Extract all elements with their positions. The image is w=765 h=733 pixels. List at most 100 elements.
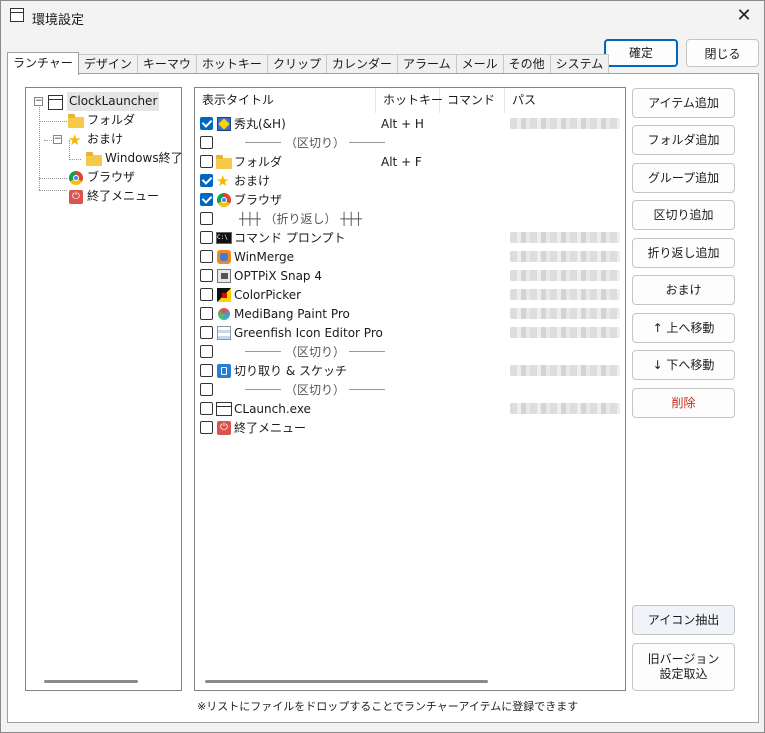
star-icon: ★ — [68, 130, 82, 149]
window-title: 環境設定 — [32, 13, 85, 28]
add-folder-button[interactable]: フォルダ追加 — [632, 125, 735, 155]
tree-root[interactable]: ClockLauncher — [48, 92, 160, 111]
item-checkbox[interactable] — [200, 193, 213, 206]
item-checkbox[interactable] — [200, 174, 213, 187]
tab-clip[interactable]: クリップ — [266, 54, 327, 74]
path-redacted — [510, 232, 620, 243]
tree-collapse-icon[interactable]: − — [34, 97, 43, 106]
item-checkbox[interactable] — [200, 136, 213, 149]
list-item[interactable]: ★ おまけ — [200, 171, 620, 190]
item-checkbox[interactable] — [200, 421, 213, 434]
list-item[interactable]: C:\ コマンド プロンプト — [200, 228, 620, 247]
list-item[interactable]: ⏻ 終了メニュー — [200, 418, 620, 437]
path-redacted — [510, 270, 620, 281]
item-checkbox[interactable] — [200, 383, 213, 396]
item-checkbox[interactable] — [200, 326, 213, 339]
extract-icon-button[interactable]: アイコン抽出 — [632, 605, 735, 635]
add-group-button[interactable]: グループ追加 — [632, 163, 735, 193]
legacy-import-button[interactable]: 旧バージョン 設定取込 — [632, 643, 735, 691]
tree-node-windows-exit[interactable]: Windows終了 — [86, 149, 181, 168]
app-window-icon — [216, 401, 232, 417]
drop-hint-text: ※リストにファイルをドロップすることでランチャーアイテムに登録できます — [197, 700, 579, 713]
list-header: 表示タイトル ホットキー コマンド パス — [195, 88, 625, 113]
list-item[interactable]: （区切り） — [200, 342, 620, 361]
list-item[interactable]: ブラウザ — [200, 190, 620, 209]
move-up-button[interactable]: ↑ 上へ移動 — [632, 313, 735, 343]
item-checkbox[interactable] — [200, 364, 213, 377]
path-redacted — [510, 308, 620, 319]
app-window-icon — [10, 8, 24, 22]
tab-system[interactable]: システム — [549, 54, 610, 74]
title-bar: 環境設定 ✕ — [1, 1, 764, 33]
close-icon[interactable]: ✕ — [732, 4, 756, 28]
list-item[interactable]: CLaunch.exe — [200, 399, 620, 418]
close-button[interactable]: 閉じる — [686, 39, 759, 67]
tree-node-browser[interactable]: ブラウザ — [68, 168, 135, 187]
tree-collapse-icon[interactable]: − — [53, 135, 62, 144]
power-icon: ⏻ — [216, 420, 232, 436]
item-checkbox[interactable] — [200, 402, 213, 415]
hidemaru-icon — [216, 116, 232, 132]
item-checkbox[interactable] — [200, 307, 213, 320]
delete-button[interactable]: 削除 — [632, 388, 735, 418]
item-checkbox[interactable] — [200, 250, 213, 263]
item-checkbox[interactable] — [200, 117, 213, 130]
settings-window: 環境設定 ✕ 確定 閉じる ランチャー デザイン キーマウ ホットキー クリップ… — [0, 0, 765, 733]
tab-launcher[interactable]: ランチャー — [7, 52, 79, 75]
add-item-button[interactable]: アイテム追加 — [632, 88, 735, 118]
item-checkbox[interactable] — [200, 288, 213, 301]
item-checkbox[interactable] — [200, 212, 213, 225]
folder-icon — [86, 151, 102, 167]
star-icon: ★ — [216, 171, 230, 190]
item-checkbox[interactable] — [200, 345, 213, 358]
tab-hotkey[interactable]: ホットキー — [195, 54, 268, 74]
omake-button[interactable]: おまけ — [632, 275, 735, 305]
ok-button[interactable]: 確定 — [604, 39, 678, 67]
list-item[interactable]: MediBang Paint Pro — [200, 304, 620, 323]
tree-node-omake[interactable]: ★ おまけ — [68, 130, 123, 149]
column-path[interactable]: パス — [505, 88, 625, 113]
list-item[interactable]: （区切り） — [200, 380, 620, 399]
list-item[interactable]: ColorPicker — [200, 285, 620, 304]
list-item[interactable]: 切り取り & スケッチ — [200, 361, 620, 380]
tab-alarm[interactable]: アラーム — [396, 54, 457, 74]
folder-icon — [216, 154, 232, 170]
launcher-tree[interactable]: − ClockLauncher フォルダ − ★ おまけ Windows終了 ブ… — [25, 87, 182, 691]
item-checkbox[interactable] — [200, 269, 213, 282]
tab-calendar[interactable]: カレンダー — [325, 54, 398, 74]
path-redacted — [510, 327, 620, 338]
column-command[interactable]: コマンド — [440, 88, 505, 113]
tree-node-exit-menu[interactable]: ⏻ 終了メニュー — [68, 187, 159, 206]
list-scrollbar[interactable] — [205, 680, 488, 683]
list-item[interactable]: フォルダ Alt + F — [200, 152, 620, 171]
power-icon: ⏻ — [68, 189, 84, 205]
tab-design[interactable]: デザイン — [77, 54, 138, 74]
list-item[interactable]: （区切り） — [200, 133, 620, 152]
item-checkbox[interactable] — [200, 155, 213, 168]
add-separator-button[interactable]: 区切り追加 — [632, 200, 735, 230]
tab-keymouse[interactable]: キーマウ — [136, 54, 197, 74]
folder-icon — [68, 113, 84, 129]
medibang-icon — [216, 306, 232, 322]
tree-scrollbar[interactable] — [44, 680, 138, 683]
path-redacted — [510, 118, 620, 129]
chrome-icon — [68, 170, 84, 186]
list-item[interactable]: 秀丸(&H) Alt + H — [200, 114, 620, 133]
tab-other[interactable]: その他 — [502, 54, 551, 74]
column-title[interactable]: 表示タイトル — [195, 88, 376, 113]
list-item[interactable]: WinMerge — [200, 247, 620, 266]
list-item[interactable]: OPTPiX Snap 4 — [200, 266, 620, 285]
tree-node-folder[interactable]: フォルダ — [68, 111, 135, 130]
list-item[interactable]: ┼┼┼ （折り返し） ┼┼┼ — [200, 209, 620, 228]
column-hotkey[interactable]: ホットキー — [376, 88, 443, 113]
item-checkbox[interactable] — [200, 231, 213, 244]
move-down-button[interactable]: ↓ 下へ移動 — [632, 350, 735, 380]
greenfish-icon — [216, 325, 232, 341]
path-redacted — [510, 289, 620, 300]
path-redacted — [510, 365, 620, 376]
app-window-icon — [48, 94, 64, 110]
launcher-item-list[interactable]: 表示タイトル ホットキー コマンド パス 秀丸(&H) Alt + H （区切り… — [194, 87, 626, 691]
tab-mail[interactable]: メール — [455, 54, 504, 74]
add-wrap-button[interactable]: 折り返し追加 — [632, 238, 735, 268]
list-item[interactable]: Greenfish Icon Editor Pro — [200, 323, 620, 342]
